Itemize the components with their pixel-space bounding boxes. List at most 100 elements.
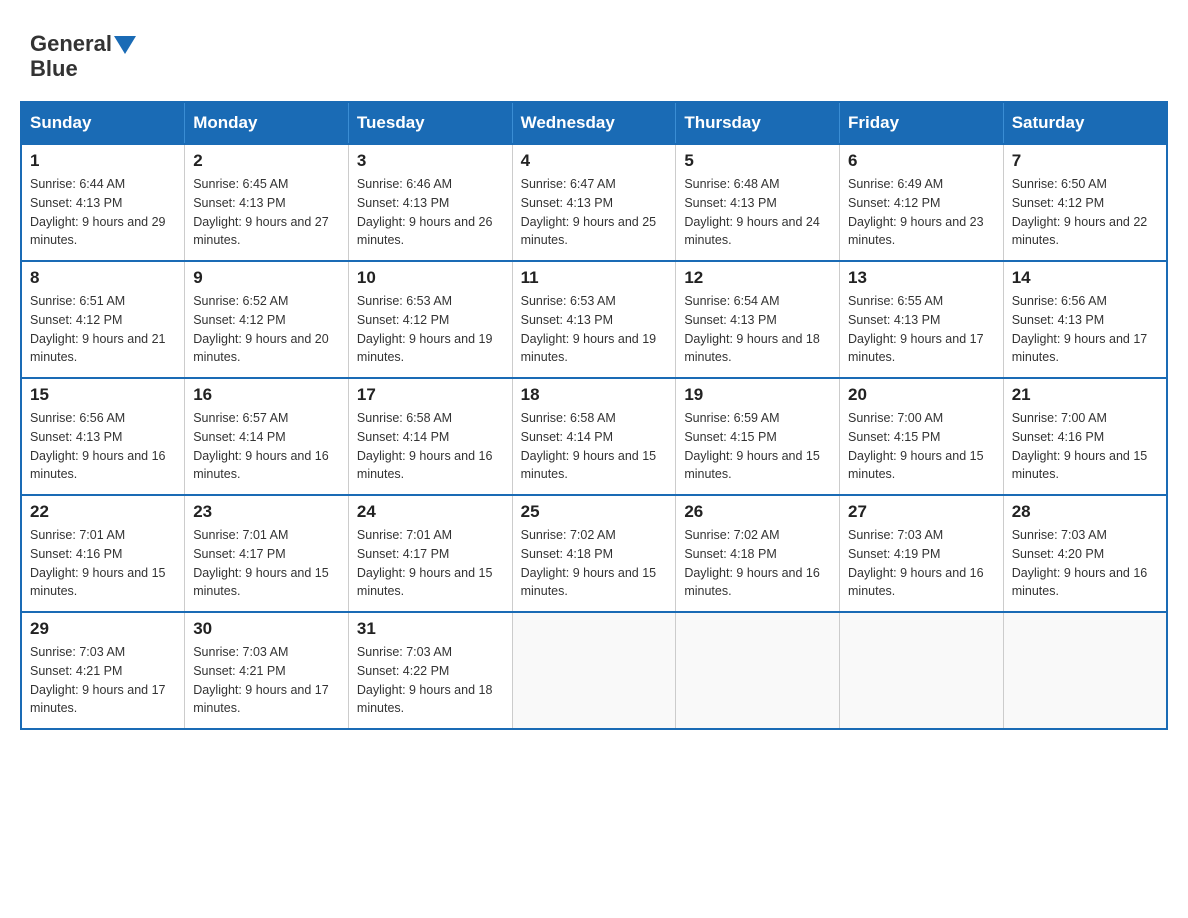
day-info: Sunrise: 6:44 AMSunset: 4:13 PMDaylight:… — [30, 175, 176, 250]
calendar-cell: 26 Sunrise: 7:02 AMSunset: 4:18 PMDayligh… — [676, 495, 840, 612]
day-number: 26 — [684, 502, 831, 522]
day-info: Sunrise: 6:58 AMSunset: 4:14 PMDaylight:… — [357, 409, 504, 484]
day-number: 22 — [30, 502, 176, 522]
calendar-header-saturday: Saturday — [1003, 102, 1167, 144]
day-info: Sunrise: 7:03 AMSunset: 4:21 PMDaylight:… — [30, 643, 176, 718]
day-number: 25 — [521, 502, 668, 522]
calendar-table: SundayMondayTuesdayWednesdayThursdayFrid… — [20, 101, 1168, 730]
day-number: 10 — [357, 268, 504, 288]
calendar-cell: 22 Sunrise: 7:01 AMSunset: 4:16 PMDayligh… — [21, 495, 185, 612]
calendar-cell: 27Sunrise: 7:03 AMSunset: 4:19 PMDayligh… — [840, 495, 1004, 612]
calendar-header-monday: Monday — [185, 102, 349, 144]
day-info: Sunrise: 7:00 AMSunset: 4:16 PMDaylight:… — [1012, 409, 1158, 484]
day-number: 9 — [193, 268, 340, 288]
calendar-header-sunday: Sunday — [21, 102, 185, 144]
day-number: 14 — [1012, 268, 1158, 288]
calendar-week-row: 8 Sunrise: 6:51 AMSunset: 4:12 PMDaylight… — [21, 261, 1167, 378]
day-number: 20 — [848, 385, 995, 405]
calendar-cell: 16 Sunrise: 6:57 AMSunset: 4:14 PMDayligh… — [185, 378, 349, 495]
calendar-cell: 9 Sunrise: 6:52 AMSunset: 4:12 PMDaylight… — [185, 261, 349, 378]
day-info: Sunrise: 6:50 AMSunset: 4:12 PMDaylight:… — [1012, 175, 1158, 250]
day-info: Sunrise: 6:51 AMSunset: 4:12 PMDaylight:… — [30, 292, 176, 367]
calendar-header-row: SundayMondayTuesdayWednesdayThursdayFrid… — [21, 102, 1167, 144]
day-info: Sunrise: 7:01 AMSunset: 4:17 PMDaylight:… — [193, 526, 340, 601]
day-info: Sunrise: 6:52 AMSunset: 4:12 PMDaylight:… — [193, 292, 340, 367]
calendar-week-row: 22 Sunrise: 7:01 AMSunset: 4:16 PMDayligh… — [21, 495, 1167, 612]
calendar-cell: 3 Sunrise: 6:46 AMSunset: 4:13 PMDaylight… — [348, 144, 512, 261]
calendar-cell: 5Sunrise: 6:48 AMSunset: 4:13 PMDaylight… — [676, 144, 840, 261]
day-info: Sunrise: 6:53 AMSunset: 4:12 PMDaylight:… — [357, 292, 504, 367]
logo: General Blue — [30, 30, 136, 81]
day-info: Sunrise: 6:48 AMSunset: 4:13 PMDaylight:… — [684, 175, 831, 250]
day-info: Sunrise: 6:46 AMSunset: 4:13 PMDaylight:… — [357, 175, 504, 250]
calendar-cell: 2Sunrise: 6:45 AMSunset: 4:13 PMDaylight… — [185, 144, 349, 261]
day-number: 17 — [357, 385, 504, 405]
day-info: Sunrise: 7:03 AMSunset: 4:21 PMDaylight:… — [193, 643, 340, 718]
day-number: 1 — [30, 151, 176, 171]
day-number: 29 — [30, 619, 176, 639]
day-info: Sunrise: 6:56 AMSunset: 4:13 PMDaylight:… — [1012, 292, 1158, 367]
day-info: Sunrise: 6:47 AMSunset: 4:13 PMDaylight:… — [521, 175, 668, 250]
page-header: General Blue — [20, 20, 1168, 81]
calendar-cell: 17 Sunrise: 6:58 AMSunset: 4:14 PMDayligh… — [348, 378, 512, 495]
calendar-cell — [1003, 612, 1167, 729]
day-info: Sunrise: 6:58 AMSunset: 4:14 PMDaylight:… — [521, 409, 668, 484]
day-number: 15 — [30, 385, 176, 405]
calendar-cell: 25 Sunrise: 7:02 AMSunset: 4:18 PMDayligh… — [512, 495, 676, 612]
day-number: 18 — [521, 385, 668, 405]
calendar-cell: 13 Sunrise: 6:55 AMSunset: 4:13 PMDayligh… — [840, 261, 1004, 378]
day-info: Sunrise: 7:03 AMSunset: 4:20 PMDaylight:… — [1012, 526, 1158, 601]
calendar-cell: 20 Sunrise: 7:00 AMSunset: 4:15 PMDayligh… — [840, 378, 1004, 495]
day-info: Sunrise: 6:55 AMSunset: 4:13 PMDaylight:… — [848, 292, 995, 367]
day-number: 11 — [521, 268, 668, 288]
calendar-cell: 30 Sunrise: 7:03 AMSunset: 4:21 PMDayligh… — [185, 612, 349, 729]
calendar-header-thursday: Thursday — [676, 102, 840, 144]
calendar-week-row: 29 Sunrise: 7:03 AMSunset: 4:21 PMDayligh… — [21, 612, 1167, 729]
calendar-cell: 21 Sunrise: 7:00 AMSunset: 4:16 PMDayligh… — [1003, 378, 1167, 495]
day-info: Sunrise: 7:02 AMSunset: 4:18 PMDaylight:… — [521, 526, 668, 601]
day-number: 24 — [357, 502, 504, 522]
day-number: 13 — [848, 268, 995, 288]
calendar-cell: 8 Sunrise: 6:51 AMSunset: 4:12 PMDaylight… — [21, 261, 185, 378]
day-number: 27 — [848, 502, 995, 522]
calendar-header-friday: Friday — [840, 102, 1004, 144]
logo-triangle-icon — [114, 36, 136, 54]
calendar-week-row: 1 Sunrise: 6:44 AMSunset: 4:13 PMDaylight… — [21, 144, 1167, 261]
calendar-week-row: 15Sunrise: 6:56 AMSunset: 4:13 PMDayligh… — [21, 378, 1167, 495]
calendar-header-wednesday: Wednesday — [512, 102, 676, 144]
calendar-cell: 28 Sunrise: 7:03 AMSunset: 4:20 PMDayligh… — [1003, 495, 1167, 612]
calendar-cell: 10 Sunrise: 6:53 AMSunset: 4:12 PMDayligh… — [348, 261, 512, 378]
calendar-cell: 4 Sunrise: 6:47 AMSunset: 4:13 PMDaylight… — [512, 144, 676, 261]
day-info: Sunrise: 6:45 AMSunset: 4:13 PMDaylight:… — [193, 175, 340, 250]
day-number: 8 — [30, 268, 176, 288]
day-info: Sunrise: 6:57 AMSunset: 4:14 PMDaylight:… — [193, 409, 340, 484]
calendar-cell: 12 Sunrise: 6:54 AMSunset: 4:13 PMDayligh… — [676, 261, 840, 378]
day-number: 28 — [1012, 502, 1158, 522]
calendar-header-tuesday: Tuesday — [348, 102, 512, 144]
day-info: Sunrise: 7:01 AMSunset: 4:16 PMDaylight:… — [30, 526, 176, 601]
day-number: 30 — [193, 619, 340, 639]
day-number: 16 — [193, 385, 340, 405]
day-info: Sunrise: 7:00 AMSunset: 4:15 PMDaylight:… — [848, 409, 995, 484]
calendar-cell: 15Sunrise: 6:56 AMSunset: 4:13 PMDayligh… — [21, 378, 185, 495]
day-number: 12 — [684, 268, 831, 288]
calendar-cell: 14 Sunrise: 6:56 AMSunset: 4:13 PMDayligh… — [1003, 261, 1167, 378]
calendar-cell: 23 Sunrise: 7:01 AMSunset: 4:17 PMDayligh… — [185, 495, 349, 612]
day-number: 23 — [193, 502, 340, 522]
day-number: 6 — [848, 151, 995, 171]
calendar-cell — [840, 612, 1004, 729]
calendar-cell: 18 Sunrise: 6:58 AMSunset: 4:14 PMDayligh… — [512, 378, 676, 495]
day-number: 19 — [684, 385, 831, 405]
day-number: 31 — [357, 619, 504, 639]
calendar-cell — [676, 612, 840, 729]
calendar-cell — [512, 612, 676, 729]
day-number: 21 — [1012, 385, 1158, 405]
day-number: 3 — [357, 151, 504, 171]
day-info: Sunrise: 7:02 AMSunset: 4:18 PMDaylight:… — [684, 526, 831, 601]
calendar-cell: 24Sunrise: 7:01 AMSunset: 4:17 PMDayligh… — [348, 495, 512, 612]
calendar-cell: 29 Sunrise: 7:03 AMSunset: 4:21 PMDayligh… — [21, 612, 185, 729]
calendar-cell: 1 Sunrise: 6:44 AMSunset: 4:13 PMDaylight… — [21, 144, 185, 261]
day-info: Sunrise: 6:54 AMSunset: 4:13 PMDaylight:… — [684, 292, 831, 367]
day-number: 4 — [521, 151, 668, 171]
calendar-cell: 19Sunrise: 6:59 AMSunset: 4:15 PMDayligh… — [676, 378, 840, 495]
